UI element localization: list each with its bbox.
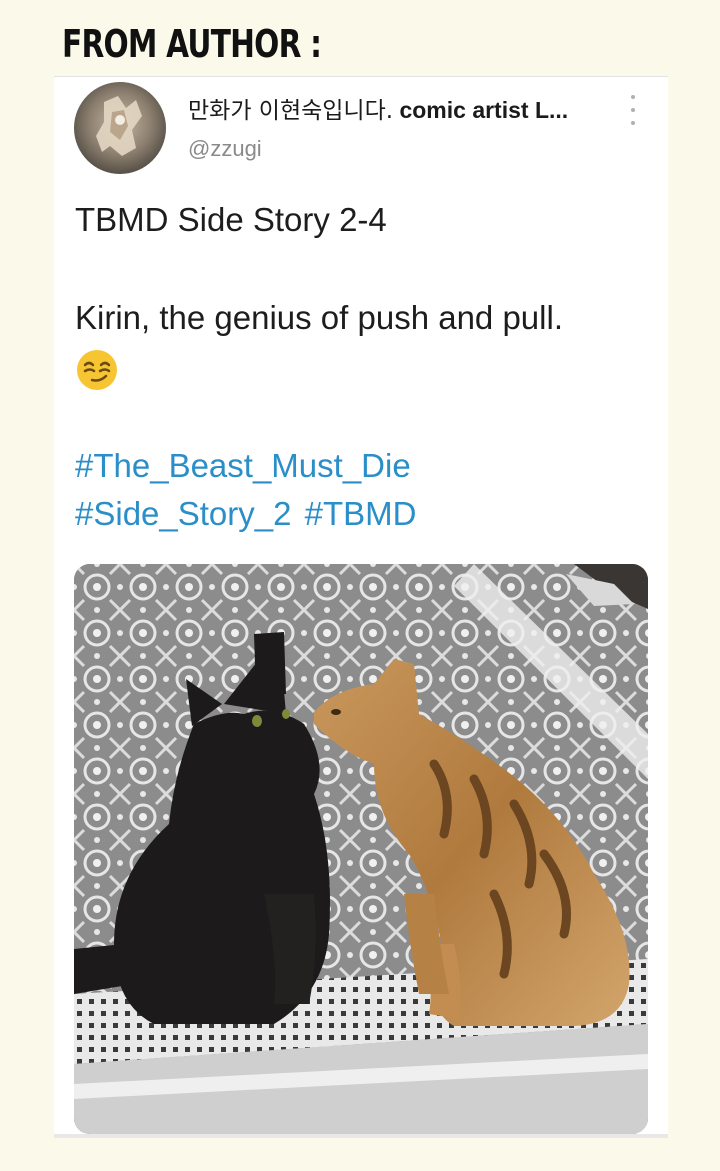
avatar-illustration (96, 96, 142, 156)
tweet-text-line-1: TBMD Side Story 2-4 (75, 201, 387, 238)
author-display-name[interactable]: 만화가 이현숙입니다. comic artist L... (188, 91, 608, 125)
author-name-latin: comic artist L... (393, 97, 569, 123)
author-handle[interactable]: @zzugi (188, 136, 262, 162)
tweet-photo[interactable] (74, 564, 648, 1134)
hashtag-line-1: #The_Beast_Must_Die (75, 447, 415, 485)
tweet-card: 만화가 이현숙입니다. comic artist L... @zzugi TBM… (54, 76, 668, 1135)
hashtag-link[interactable]: #Side_Story_2 (75, 495, 291, 532)
smirking-face-icon (77, 350, 117, 390)
author-name-korean: 만화가 이현숙입니다. (188, 98, 394, 124)
hashtag-link[interactable]: #The_Beast_Must_Die (75, 447, 411, 484)
author-avatar[interactable] (74, 82, 166, 174)
card-bottom-divider (54, 1134, 668, 1138)
tweet-text-line-2: Kirin, the genius of push and pull. (75, 299, 563, 336)
more-vertical-icon[interactable] (627, 95, 639, 125)
hashtag-link[interactable]: #TBMD (305, 495, 417, 532)
cats-photo-illustration (74, 564, 648, 1134)
hashtag-line-2: #Side_Story_2 #TBMD (75, 495, 421, 533)
page-header-label: FROM AUTHOR : (62, 22, 322, 66)
